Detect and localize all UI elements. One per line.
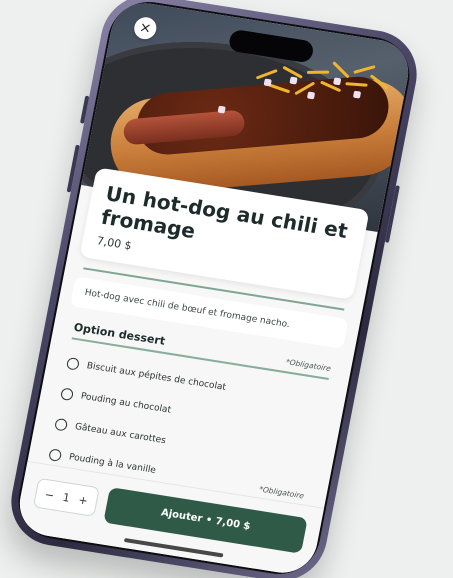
cheese-shred <box>332 61 350 79</box>
radio-button[interactable] <box>65 356 81 371</box>
quantity-value: 1 <box>61 490 72 505</box>
mute-switch <box>80 95 90 124</box>
section-title: Option dessert <box>72 320 167 348</box>
close-icon: × <box>137 19 153 37</box>
onion-bit <box>263 78 272 87</box>
option-label: Pouding au chocolat <box>80 391 172 416</box>
onion-bit <box>352 90 362 99</box>
onion-bit <box>217 105 226 114</box>
required-note: *Obligatoire <box>285 357 332 374</box>
volume-button <box>66 144 80 193</box>
home-indicator <box>123 537 224 558</box>
plus-icon[interactable]: + <box>75 493 91 508</box>
radio-button[interactable] <box>54 417 69 432</box>
phone-frame: × Un hot-dog au chili et fromage 7,00 $ … <box>3 0 425 578</box>
minus-icon[interactable]: − <box>41 487 57 502</box>
radio-button[interactable] <box>48 447 63 462</box>
onion-bit <box>289 76 298 85</box>
onion-bit <box>306 91 316 100</box>
option-label: Gâteau aux carottes <box>74 421 167 446</box>
phone-screen: × Un hot-dog au chili et fromage 7,00 $ … <box>14 0 414 578</box>
cheese-shred <box>306 70 330 74</box>
cheese-shred <box>353 65 376 74</box>
stage: × Un hot-dog au chili et fromage 7,00 $ … <box>0 0 453 578</box>
radio-button[interactable] <box>60 386 75 401</box>
close-button[interactable]: × <box>132 15 159 41</box>
quantity-stepper: − 1 + <box>32 477 100 517</box>
onion-bit <box>333 77 342 86</box>
